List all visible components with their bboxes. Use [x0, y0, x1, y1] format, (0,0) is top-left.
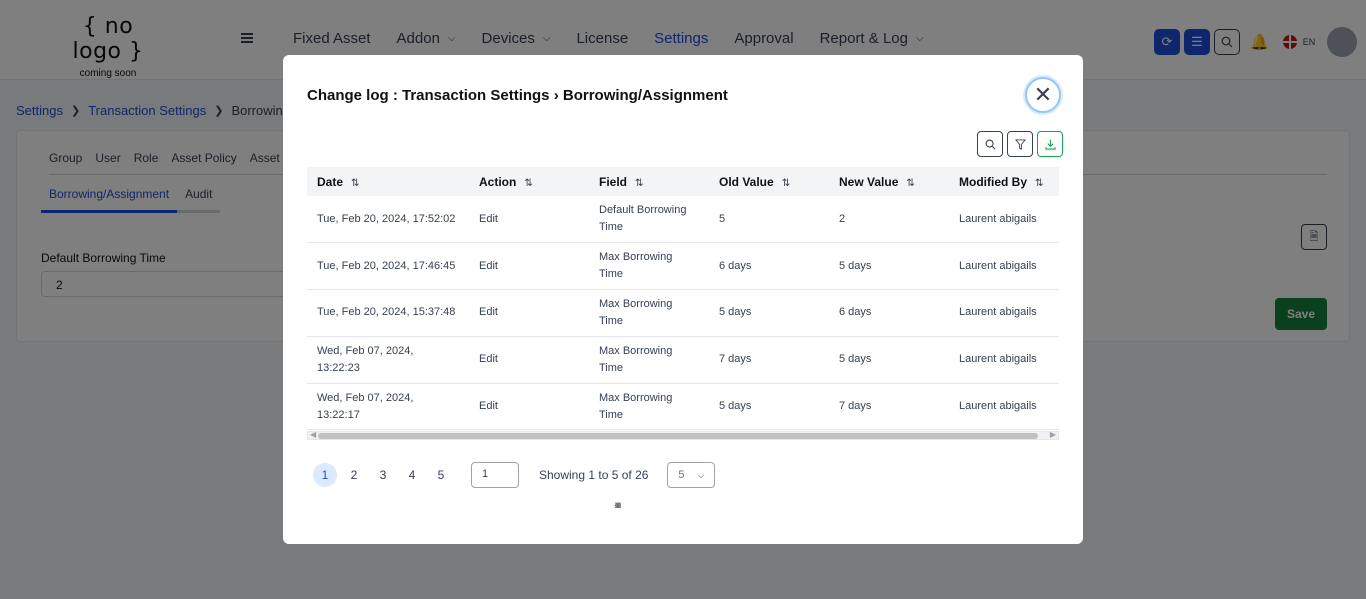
- sort-icon[interactable]: ⇅: [351, 178, 359, 189]
- sort-icon[interactable]: ⇅: [635, 178, 643, 189]
- table-row: Wed, Feb 07, 2024, 13:22:23 Edit Max Bor…: [307, 336, 1059, 384]
- cell-field: Default Borrowing Time: [589, 196, 709, 244]
- cell-new-value: 7 days: [829, 383, 949, 430]
- column-header-old-value[interactable]: Old Value ⇅: [709, 167, 829, 196]
- search-icon: [985, 139, 995, 149]
- page-button-5[interactable]: 5: [429, 463, 453, 487]
- cell-action: Edit: [469, 383, 589, 430]
- cell-old-value: 5: [709, 196, 829, 244]
- pagination-info: Showing 1 to 5 of 26: [539, 468, 649, 482]
- cell-new-value: 6 days: [829, 289, 949, 337]
- filter-button[interactable]: [1007, 131, 1033, 157]
- scroll-right-icon[interactable]: ▶: [1050, 430, 1056, 439]
- sort-icon[interactable]: ⇅: [524, 178, 532, 189]
- cell-date: Tue, Feb 20, 2024, 17:52:02: [307, 196, 469, 244]
- table-row: Tue, Feb 20, 2024, 17:52:02 Edit Default…: [307, 196, 1059, 244]
- table-row: Wed, Feb 07, 2024, 13:22:17 Edit Max Bor…: [307, 383, 1059, 430]
- cell-field: Max Borrowing Time: [589, 336, 709, 384]
- column-header-new-value[interactable]: New Value ⇅: [829, 167, 949, 196]
- column-header-action[interactable]: Action ⇅: [469, 167, 589, 196]
- download-icon: [1044, 139, 1056, 150]
- cell-date: Wed, Feb 07, 2024, 13:22:23: [307, 336, 469, 384]
- cell-new-value: 5 days: [829, 336, 949, 384]
- cell-old-value: 6 days: [709, 242, 829, 291]
- cell-new-value: 5 days: [829, 242, 949, 291]
- filter-icon: [1014, 138, 1026, 150]
- cell-modified-by: Laurent abigails: [949, 242, 1059, 291]
- close-icon: ✕: [1033, 82, 1053, 107]
- cell-action: Edit: [469, 336, 589, 384]
- table-row: Tue, Feb 20, 2024, 15:37:48 Edit Max Bor…: [307, 289, 1059, 337]
- scroll-left-icon[interactable]: ◀: [310, 430, 316, 439]
- cell-date: Tue, Feb 20, 2024, 15:37:48: [307, 289, 469, 337]
- page-button-3[interactable]: 3: [371, 463, 395, 487]
- page-size-select[interactable]: 5 ⌵: [667, 462, 716, 488]
- change-log-table: Date ⇅ Action ⇅ Field ⇅ Old Value ⇅ New Valu…: [307, 167, 1059, 430]
- close-button[interactable]: ✕: [1025, 77, 1061, 113]
- goto-page-input[interactable]: 1: [471, 462, 519, 488]
- cell-action: Edit: [469, 289, 589, 337]
- cell-old-value: 7 days: [709, 336, 829, 384]
- cell-old-value: 5 days: [709, 289, 829, 337]
- cell-modified-by: Laurent abigails: [949, 289, 1059, 337]
- column-header-modified-by[interactable]: Modified By ⇅: [949, 167, 1059, 196]
- page-size-value: 5: [678, 469, 685, 481]
- cell-new-value: 2: [829, 196, 949, 244]
- cell-old-value: 5 days: [709, 383, 829, 430]
- cell-modified-by: Laurent abigails: [949, 383, 1059, 430]
- cell-date: Wed, Feb 07, 2024, 13:22:17: [307, 383, 469, 430]
- table-row: Tue, Feb 20, 2024, 17:46:45 Edit Max Bor…: [307, 242, 1059, 291]
- page-button-2[interactable]: 2: [342, 463, 366, 487]
- page-button-4[interactable]: 4: [400, 463, 424, 487]
- cell-date: Tue, Feb 20, 2024, 17:46:45: [307, 242, 469, 291]
- horizontal-scrollbar[interactable]: ◀ ▶: [307, 430, 1059, 440]
- column-header-date[interactable]: Date ⇅: [307, 167, 469, 196]
- column-header-field[interactable]: Field ⇅: [589, 167, 709, 196]
- page-button-1[interactable]: 1: [313, 463, 337, 487]
- scrollbar-thumb[interactable]: [318, 433, 1038, 439]
- cell-field: Max Borrowing Time: [589, 289, 709, 337]
- sort-icon[interactable]: ⇅: [1035, 178, 1043, 189]
- modal-title: Change log : Transaction Settings › Borr…: [307, 87, 728, 104]
- cell-action: Edit: [469, 242, 589, 291]
- pagination: « ‹ 1 2 3 4 5 1 › » Showing 1 to 5 of 26…: [313, 462, 716, 512]
- cell-modified-by: Laurent abigails: [949, 196, 1059, 244]
- cell-modified-by: Laurent abigails: [949, 336, 1059, 384]
- table-tools: [973, 131, 1063, 157]
- table-search-button[interactable]: [977, 131, 1003, 157]
- change-log-modal: Change log : Transaction Settings › Borr…: [283, 55, 1083, 544]
- table-header-row: Date ⇅ Action ⇅ Field ⇅ Old Value ⇅ New Valu…: [307, 167, 1059, 196]
- sort-icon[interactable]: ⇅: [782, 178, 790, 189]
- chevron-down-icon: ⌵: [697, 469, 705, 480]
- sort-icon[interactable]: ⇅: [906, 178, 914, 189]
- cell-field: Max Borrowing Time: [589, 242, 709, 291]
- download-button[interactable]: [1037, 131, 1063, 157]
- cell-field: Max Borrowing Time: [589, 383, 709, 430]
- cell-action: Edit: [469, 196, 589, 244]
- double-chevron-right-icon: »: [614, 496, 622, 512]
- last-page-button[interactable]: »: [606, 492, 630, 516]
